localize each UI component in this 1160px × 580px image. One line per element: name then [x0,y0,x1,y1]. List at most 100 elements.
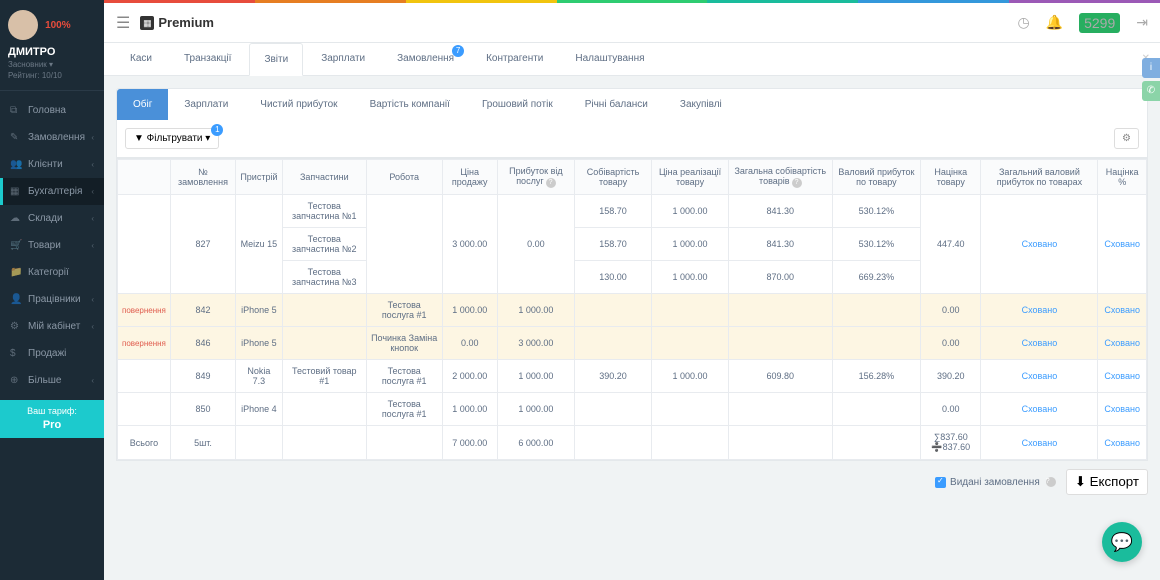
nav-label: Працівники [28,294,91,305]
export-button[interactable]: ⬇ Експорт [1066,469,1148,495]
tab-Звіти[interactable]: Звіти [249,43,303,76]
sidebar-item-Категорії[interactable]: 📁Категорії [0,259,104,286]
cell: 846 [170,327,235,360]
float-buttons: i ✆ [1142,58,1160,104]
issued-orders-checkbox[interactable]: Видані замовлення ? [935,477,1056,488]
cell[interactable]: Сховано [981,294,1098,327]
sidebar-item-Замовлення[interactable]: ✎Замовлення‹ [0,124,104,151]
subtab-Зарплати[interactable]: Зарплати [168,89,244,120]
tab-Зарплати[interactable]: Зарплати [307,43,379,75]
chat-fab[interactable]: 💬 [1102,522,1142,562]
filter-button[interactable]: ▼ Фільтрувати ▾ 1 [125,128,219,149]
cell[interactable]: Сховано [1098,426,1147,460]
chevron-icon: ‹ [91,160,94,169]
cell[interactable]: Сховано [1098,360,1147,393]
sidebar-item-Товари[interactable]: 🛒Товари‹ [0,232,104,259]
col-header: Собівартість товару [574,160,651,195]
cell: 158.70 [574,228,651,261]
chevron-icon: ‹ [91,322,94,331]
sidebar-item-Більше[interactable]: ⊕Більше‹ [0,367,104,394]
cell [832,426,920,460]
float-info-icon[interactable]: i [1142,58,1160,78]
table-row[interactable]: 849Nokia 7.3Тестовий товар #1Тестова пос… [118,360,1147,393]
sidebar-item-Бухгалтерія[interactable]: ▦Бухгалтерія‹ [0,178,104,205]
cell[interactable]: Сховано [981,360,1098,393]
cell: 850 [170,393,235,426]
nav-icon: ⚙ [10,321,22,332]
user-role[interactable]: Засновник ▾ [8,60,96,69]
cell: 1 000.00 [497,360,574,393]
tab-Транзакції[interactable]: Транзакції [170,43,245,75]
subtab-Грошовий потік[interactable]: Грошовий потік [466,89,569,120]
cell: 841.30 [728,228,832,261]
cell[interactable]: Сховано [1098,393,1147,426]
nav-label: Склади [28,213,91,224]
tab-Контрагенти[interactable]: Контрагенти [472,43,557,75]
cell[interactable]: Сховано [1098,327,1147,360]
help-icon[interactable]: ? [1046,477,1056,487]
tab-Каси[interactable]: Каси [116,43,166,75]
tab-badge: 7 [452,45,464,57]
tariff-badge[interactable]: Ваш тариф: Pro [0,400,104,438]
table-footer: Видані замовлення ? ⬇ Експорт [116,469,1148,495]
cell[interactable]: Сховано [1098,294,1147,327]
sidebar-item-Склади[interactable]: ☁Склади‹ [0,205,104,232]
help-icon[interactable]: ? [792,178,802,188]
subtab-Річні баланси[interactable]: Річні баланси [569,89,664,120]
col-header: Загальна собівартість товарів? [728,160,832,195]
tab-Налаштування[interactable]: Налаштування [561,43,658,75]
gear-icon[interactable]: ⚙ [1114,128,1139,149]
subtab-Обіг[interactable]: Обіг [117,89,168,120]
cell[interactable]: Сховано [981,327,1098,360]
clock-icon[interactable]: ◷ [1017,14,1029,31]
cell [832,393,920,426]
nav-label: Бухгалтерія [28,186,91,197]
sidebar-item-Клієнти[interactable]: 👥Клієнти‹ [0,151,104,178]
nav-list: ⧉Головна✎Замовлення‹👥Клієнти‹▦Бухгалтері… [0,97,104,394]
hamburger-icon[interactable]: ☰ [116,13,130,33]
user-name: ДМИТРО [8,46,96,58]
sidebar-item-Працівники[interactable]: 👤Працівники‹ [0,286,104,313]
cell[interactable]: Сховано [981,393,1098,426]
cell [118,393,171,426]
logout-icon[interactable]: ⇥ [1136,14,1148,31]
report-table: № замовленняПристрійЗапчастиниРоботаЦіна… [117,159,1147,460]
secondary-tabs: ОбігЗарплатиЧистий прибутокВартість комп… [116,88,1148,120]
subtab-Чистий прибуток[interactable]: Чистий прибуток [244,89,353,120]
cell: Meizu 15 [236,195,283,294]
cell: 2 000.00 [442,360,497,393]
checkbox-label: Видані замовлення [950,477,1040,488]
sidebar-item-Продажі[interactable]: $Продажі [0,340,104,367]
subtab-Вартість компанії[interactable]: Вартість компанії [354,89,466,120]
nav-icon: $ [10,348,22,359]
cell [366,195,442,294]
cell: 1 000.00 [652,228,729,261]
nav-label: Мій кабінет [28,321,91,332]
tariff-line1: Ваш тариф: [27,406,77,416]
table-row[interactable]: 827Meizu 15Тестова запчастина №13 000.00… [118,195,1147,228]
cell [574,294,651,327]
cell: 530.12% [832,228,920,261]
cell: 530.12% [832,195,920,228]
cell: 0.00 [442,327,497,360]
cell [236,426,283,460]
cell[interactable]: Сховано [981,426,1098,460]
col-header: Націнка товару [921,160,981,195]
avatar[interactable] [8,10,38,40]
chevron-icon: ‹ [91,214,94,223]
sidebar-item-Мій кабінет[interactable]: ⚙ Мій кабінет‹ [0,313,104,340]
sidebar-item-Головна[interactable]: ⧉Головна [0,97,104,124]
float-call-icon[interactable]: ✆ [1142,81,1160,101]
table-row[interactable]: повернення842iPhone 5Тестова послуга #11… [118,294,1147,327]
subtab-Закупівлі[interactable]: Закупівлі [664,89,738,120]
table-row[interactable]: 850iPhone 4Тестова послуга #11 000.001 0… [118,393,1147,426]
help-icon[interactable]: ? [546,178,556,188]
table-row[interactable]: повернення846iPhone 5Починка Заміна кноп… [118,327,1147,360]
col-header: Ціна реалізації товару [652,160,729,195]
cell[interactable]: Сховано [1098,195,1147,294]
cell[interactable]: Сховано [981,195,1098,294]
cell: Тестова послуга #1 [366,294,442,327]
bell-icon[interactable]: 🔔 [1046,14,1063,31]
tab-Замовлення[interactable]: Замовлення7 [383,43,468,75]
balance-badge[interactable]: 5299 [1079,13,1120,33]
